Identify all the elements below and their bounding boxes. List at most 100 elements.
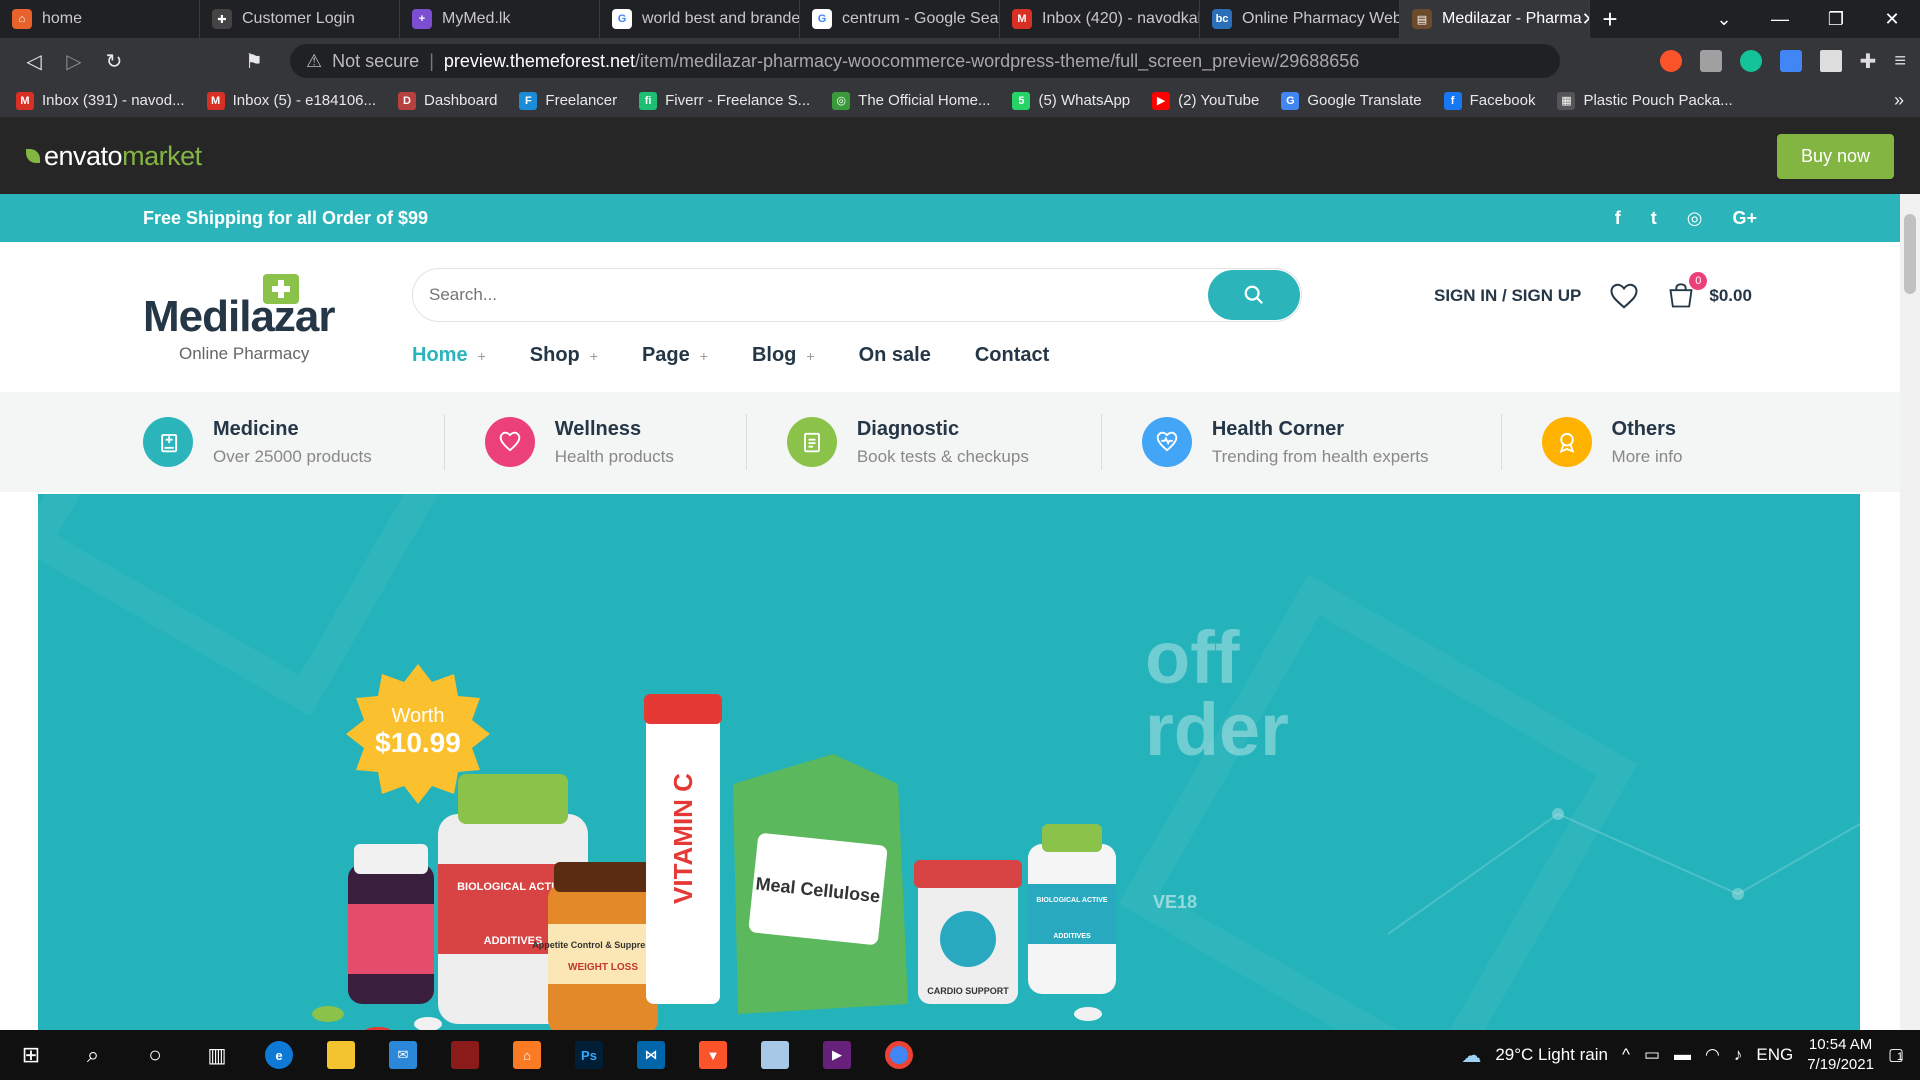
search-button[interactable] bbox=[1208, 270, 1300, 320]
restore-button[interactable]: ❐ bbox=[1808, 9, 1864, 30]
category-diagnostic[interactable]: Diagnostic Book tests & checkups bbox=[786, 414, 1102, 470]
cortana-icon[interactable]: ○ bbox=[124, 1030, 186, 1080]
photoshop-icon[interactable]: Ps bbox=[558, 1030, 620, 1080]
nav-shop[interactable]: Shop + bbox=[530, 344, 598, 367]
bookmark-item[interactable]: G Google Translate bbox=[1281, 91, 1422, 110]
back-button[interactable]: ◁ bbox=[14, 49, 54, 74]
brave-browser-icon[interactable]: ▼ bbox=[682, 1030, 744, 1080]
windows-start-icon[interactable]: ⊞ bbox=[0, 1030, 62, 1080]
category-health-corner[interactable]: Health Corner Trending from health expert… bbox=[1141, 414, 1502, 470]
browser-tab[interactable]: bc Online Pharmacy Webs bbox=[1200, 0, 1400, 38]
chrome-icon[interactable] bbox=[868, 1030, 930, 1080]
browser-tab[interactable]: ▤ Medilazar - Pharma✕ bbox=[1400, 0, 1590, 38]
bookmark-item[interactable]: fi Fiverr - Freelance S... bbox=[639, 91, 810, 110]
address-bar[interactable]: ⚠ Not secure | preview.themeforest.net /… bbox=[290, 44, 1560, 78]
nav-page[interactable]: Page + bbox=[642, 344, 708, 367]
category-others[interactable]: Others More info bbox=[1541, 414, 1755, 470]
extensions-puzzle-icon[interactable]: ✚ bbox=[1860, 49, 1877, 74]
tab-title: world best and brandec bbox=[642, 10, 800, 27]
twitter-icon[interactable]: t bbox=[1651, 208, 1657, 229]
facebook-icon[interactable]: f bbox=[1615, 208, 1621, 229]
volume-icon[interactable]: ♪ bbox=[1734, 1045, 1743, 1065]
category-subtitle: Health products bbox=[554, 446, 674, 466]
nav-home[interactable]: Home + bbox=[412, 344, 486, 367]
mail-icon[interactable]: ✉ bbox=[372, 1030, 434, 1080]
menu-kebab-icon[interactable]: ≡ bbox=[1894, 50, 1906, 73]
nav-contact[interactable]: Contact bbox=[975, 344, 1049, 367]
close-window-button[interactable]: ✕ bbox=[1864, 9, 1920, 30]
browser-tab[interactable]: M Inbox (420) - navodkali bbox=[1000, 0, 1200, 38]
vscode-icon[interactable]: ⋈ bbox=[620, 1030, 682, 1080]
scrollbar-thumb[interactable] bbox=[1904, 214, 1916, 294]
minimize-button[interactable]: — bbox=[1752, 9, 1808, 30]
language-indicator[interactable]: ENG bbox=[1756, 1045, 1793, 1065]
notification-icon[interactable]: ▢ 1 bbox=[1888, 1045, 1904, 1065]
browser-tab[interactable]: Gworld best and brandec bbox=[600, 0, 800, 38]
browser-tab[interactable]: ✚ Customer Login bbox=[200, 0, 400, 38]
bookmark-item[interactable]: ▦ Plastic Pouch Packa... bbox=[1557, 91, 1733, 110]
bookmark-item[interactable]: M Inbox (5) - e184106... bbox=[206, 91, 376, 110]
search-taskbar-icon[interactable]: ⌕ bbox=[62, 1030, 124, 1080]
cart-button[interactable]: 0 $0.00 bbox=[1667, 272, 1752, 310]
tab-close-icon[interactable]: ✕ bbox=[1582, 9, 1589, 30]
bookmark-item[interactable]: M Inbox (391) - navod... bbox=[16, 91, 185, 110]
task-view-icon[interactable]: ▥ bbox=[186, 1030, 248, 1080]
pharmacy-icon bbox=[143, 417, 193, 467]
wishlist-heart-icon[interactable] bbox=[1609, 282, 1639, 310]
translate-extension-icon[interactable] bbox=[1779, 50, 1802, 72]
sign-in-link[interactable]: SIGN IN / SIGN UP bbox=[1434, 286, 1581, 306]
envato-logo[interactable]: envato market bbox=[26, 141, 202, 172]
brave-rewards-icon[interactable] bbox=[1699, 50, 1722, 72]
bottle-label-7: CARDIO SUPPORT bbox=[927, 986, 1009, 996]
more-bookmarks-icon[interactable]: » bbox=[1894, 90, 1904, 111]
category-title: Medicine bbox=[213, 417, 299, 440]
weather-text[interactable]: 29°C Light rain bbox=[1495, 1045, 1608, 1065]
bookmark-item[interactable]: 5 (5) WhatsApp bbox=[1012, 91, 1130, 110]
xampp-icon[interactable]: ⌂ bbox=[496, 1030, 558, 1080]
reload-button[interactable]: ↻ bbox=[94, 49, 134, 74]
clock[interactable]: 10:54 AM 7/19/2021 bbox=[1807, 1035, 1874, 1075]
browser-tab[interactable]: Gcentrum - Google Searc bbox=[800, 0, 1000, 38]
bookmark-item[interactable]: D Dashboard bbox=[398, 91, 497, 110]
browser-tab[interactable]: + MyMed.lk bbox=[400, 0, 600, 38]
notes-app-icon[interactable] bbox=[744, 1030, 806, 1080]
reader-icon[interactable] bbox=[1819, 50, 1842, 72]
page-scrollbar[interactable] bbox=[1900, 194, 1920, 1030]
bookmark-label: Inbox (391) - navod... bbox=[42, 92, 185, 109]
search-input[interactable] bbox=[429, 285, 1129, 305]
edge-icon[interactable]: e bbox=[248, 1030, 310, 1080]
game-app-icon[interactable] bbox=[434, 1030, 496, 1080]
buy-now-button[interactable]: Buy now bbox=[1776, 133, 1894, 179]
tab-favicon-icon: bc bbox=[1212, 9, 1232, 29]
clipboard-icon bbox=[786, 417, 837, 467]
category-medicine[interactable]: Medicine Over 25000 products bbox=[143, 414, 445, 470]
instagram-icon[interactable]: ◎ bbox=[1687, 208, 1703, 229]
site-logo[interactable]: Medilazar Online Pharmacy bbox=[143, 274, 353, 364]
weather-cloud-icon[interactable]: ☁ bbox=[1461, 1043, 1481, 1068]
bookmark-item[interactable]: F Freelancer bbox=[519, 91, 617, 110]
meet-now-icon[interactable]: ▭ bbox=[1644, 1045, 1660, 1065]
nav-blog[interactable]: Blog + bbox=[752, 344, 815, 367]
file-explorer-icon[interactable] bbox=[310, 1030, 372, 1080]
brave-shield-icon[interactable] bbox=[1659, 50, 1682, 72]
browser-tab[interactable]: ⌂ home bbox=[0, 0, 200, 38]
google-plus-icon[interactable]: G+ bbox=[1732, 208, 1757, 229]
grammarly-icon[interactable] bbox=[1739, 50, 1762, 72]
bookmark-item[interactable]: f Facebook bbox=[1443, 91, 1535, 110]
battery-icon[interactable]: ▬ bbox=[1674, 1045, 1691, 1065]
tab-title: Medilazar - Pharma bbox=[1442, 10, 1582, 27]
bookmark-item[interactable]: ▶ (2) YouTube bbox=[1152, 91, 1259, 110]
bookmark-icon[interactable]: ⚑ bbox=[234, 49, 274, 74]
wifi-icon[interactable]: ◠ bbox=[1705, 1045, 1720, 1065]
tray-expand-icon[interactable]: ^ bbox=[1622, 1045, 1630, 1065]
tab-title: home bbox=[42, 10, 83, 27]
site-header: Medilazar Online Pharmacy SIGN IN / SIGN… bbox=[0, 242, 1900, 392]
tab-search-icon[interactable]: ⌄ bbox=[1696, 9, 1752, 30]
new-tab-button[interactable]: + bbox=[1590, 0, 1630, 38]
hero-banner[interactable]: Worth $10.99 BIOLOGICAL ACTIVE ADDITIVES… bbox=[38, 494, 1860, 1030]
bookmark-item[interactable]: ◎ The Official Home... bbox=[832, 91, 990, 110]
forward-button[interactable]: ▷ bbox=[54, 49, 94, 74]
nav-on-sale[interactable]: On sale bbox=[859, 344, 931, 367]
category-wellness[interactable]: Wellness Health products bbox=[484, 414, 747, 470]
visual-studio-icon[interactable]: ▶ bbox=[806, 1030, 868, 1080]
